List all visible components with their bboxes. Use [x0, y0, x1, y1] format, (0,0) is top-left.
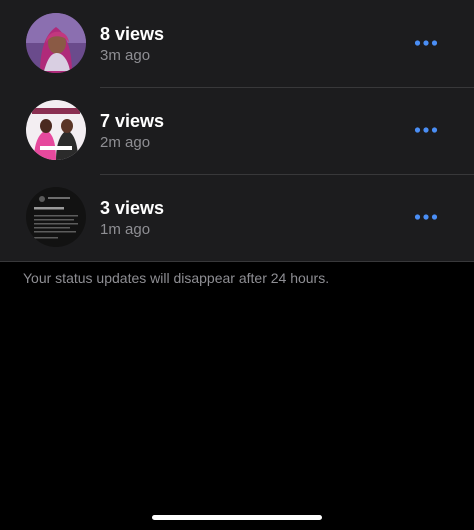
status-thumbnail[interactable]	[26, 187, 86, 247]
more-horizontal-icon[interactable]	[414, 33, 438, 53]
status-update-row[interactable]: 3 views 1m ago	[0, 174, 474, 261]
home-indicator[interactable]	[152, 515, 322, 520]
view-count: 8 views	[100, 24, 165, 44]
more-horizontal-icon[interactable]	[414, 120, 438, 140]
status-expiry-note: Your status updates will disappear after…	[23, 270, 330, 286]
status-update-row[interactable]: 8 views 3m ago	[0, 0, 474, 87]
timestamp: 1m ago	[100, 221, 151, 238]
status-thumbnail[interactable]	[26, 13, 86, 73]
more-horizontal-icon[interactable]	[414, 207, 438, 227]
status-thumbnail[interactable]	[26, 100, 86, 160]
status-updates-list: 8 views 3m ago 7 views 2m ago 3 views 1m…	[0, 0, 474, 262]
timestamp: 2m ago	[100, 134, 151, 151]
view-count: 7 views	[100, 111, 165, 131]
timestamp: 3m ago	[100, 47, 151, 64]
view-count: 3 views	[100, 198, 165, 218]
status-update-row[interactable]: 7 views 2m ago	[0, 87, 474, 174]
